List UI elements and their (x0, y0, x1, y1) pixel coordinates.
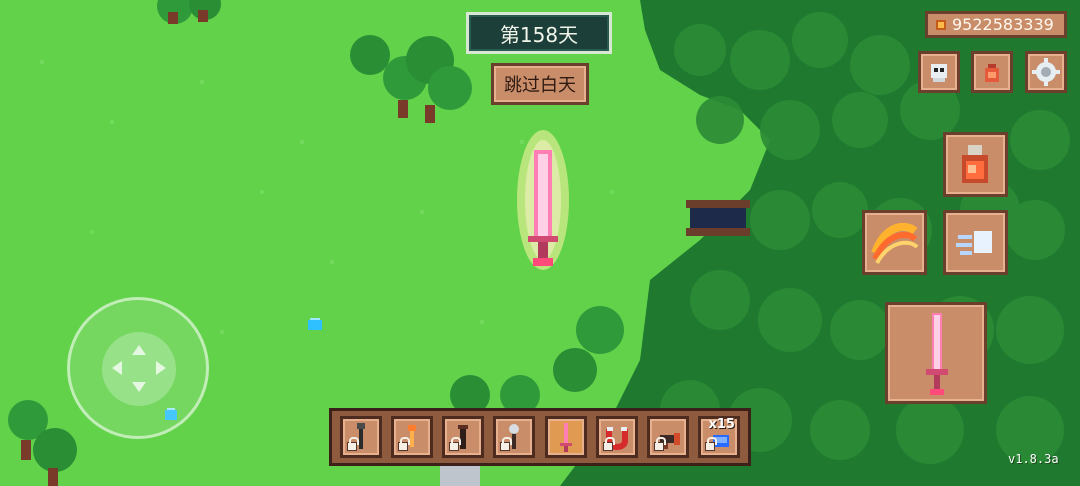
hotbar: x15 (329, 408, 751, 466)
hotbar-slot-2[interactable] (391, 416, 434, 458)
hotbar-slot-4[interactable] (493, 416, 536, 458)
hotbar-slot-8[interactable]: x15 (697, 416, 740, 458)
lock-icon (398, 437, 411, 451)
virtual-joystick-knob[interactable] (102, 332, 176, 406)
skull-button[interactable] (918, 51, 960, 93)
lock-icon (602, 437, 615, 451)
skull-icon (931, 64, 947, 82)
hotbar-slot-6[interactable] (595, 416, 638, 458)
equipped-weapon-slot[interactable] (885, 302, 987, 404)
pink-sword-icon (926, 313, 948, 395)
lock-icon (704, 437, 717, 451)
bag-icon (985, 64, 999, 82)
hotbar-slot-5[interactable] (544, 416, 587, 458)
version-label: v1.8.3a (1008, 452, 1059, 466)
lock-icon (449, 437, 462, 451)
blue-slime (308, 318, 322, 330)
day-counter-panel: 第158天 (466, 12, 612, 54)
hotbar-slot-3[interactable] (442, 416, 485, 458)
potion-icon (962, 145, 988, 183)
claw-ability-button[interactable] (862, 210, 927, 275)
gear-icon (1032, 58, 1060, 86)
bag-button[interactable] (971, 51, 1013, 93)
dash-icon (956, 231, 992, 255)
coin-amount: 9522583339 (952, 15, 1054, 34)
item-count: x15 (708, 417, 735, 432)
claw-slash-icon (871, 223, 919, 265)
lock-icon (347, 437, 359, 451)
coin-icon (936, 19, 946, 30)
dash-ability-button[interactable] (943, 210, 1008, 275)
cave-entrance (686, 200, 750, 236)
skip-daytime-label: 跳过白天 (504, 75, 576, 96)
hotbar-slot-7[interactable] (646, 416, 689, 458)
lock-icon (500, 437, 513, 451)
hotbar-slot-1[interactable] (340, 416, 382, 458)
coin-counter: 9522583339 (925, 11, 1067, 38)
day-counter-text: 第158天 (499, 22, 579, 47)
potion-ability-button[interactable] (943, 132, 1008, 197)
skip-daytime-button[interactable]: 跳过白天 (491, 63, 589, 105)
pink-sword-icon (559, 423, 572, 452)
lock-icon (653, 437, 666, 451)
settings-button[interactable] (1025, 51, 1067, 93)
